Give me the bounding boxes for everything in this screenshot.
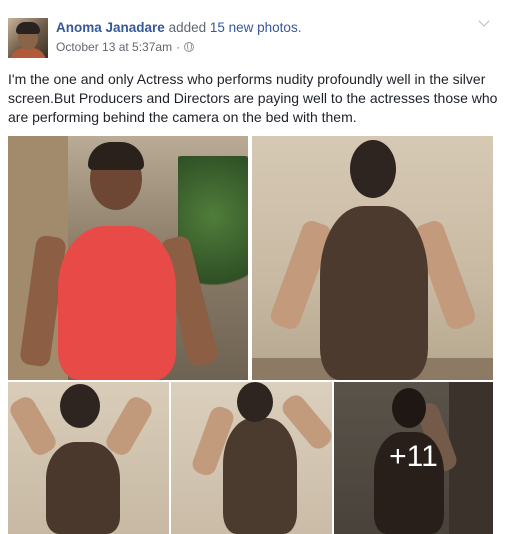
post-header: Anoma Janadare added 15 new photos. Octo…: [0, 0, 505, 66]
figure-dress: [320, 206, 428, 380]
figure-dress: [46, 442, 120, 534]
avatar-hair: [16, 22, 40, 34]
meta-separator: ·: [176, 40, 181, 54]
more-photos-count: +11: [389, 440, 438, 473]
photo-3[interactable]: [8, 382, 169, 534]
figure-arm: [8, 393, 60, 459]
author-name[interactable]: Anoma Janadare: [56, 20, 165, 35]
figure-dress: [223, 418, 297, 534]
figure-head: [350, 140, 396, 198]
globe-icon[interactable]: [184, 42, 195, 52]
post-timestamp[interactable]: October 13 at 5:37am: [56, 40, 172, 54]
post-header-line: Anoma Janadare added 15 new photos.: [56, 20, 301, 35]
photo-4[interactable]: [171, 382, 332, 534]
photo-2[interactable]: [252, 136, 493, 380]
action-suffix: .: [297, 20, 302, 35]
post-meta: October 13 at 5:37am ·: [56, 40, 195, 54]
figure-arm: [102, 393, 156, 459]
photo-5-more[interactable]: +11: [334, 382, 493, 534]
action-prefix: added: [168, 20, 207, 35]
figure-hair: [88, 142, 144, 170]
photo-1[interactable]: [8, 136, 248, 380]
figure-dress: [58, 226, 176, 380]
avatar[interactable]: [8, 18, 48, 58]
photos-link[interactable]: 15 new photos: [210, 20, 298, 35]
figure-head: [60, 384, 100, 428]
chevron-down-icon[interactable]: [477, 16, 491, 30]
post-text: I'm the one and only Actress who perform…: [8, 71, 498, 125]
figure-head: [237, 382, 273, 422]
